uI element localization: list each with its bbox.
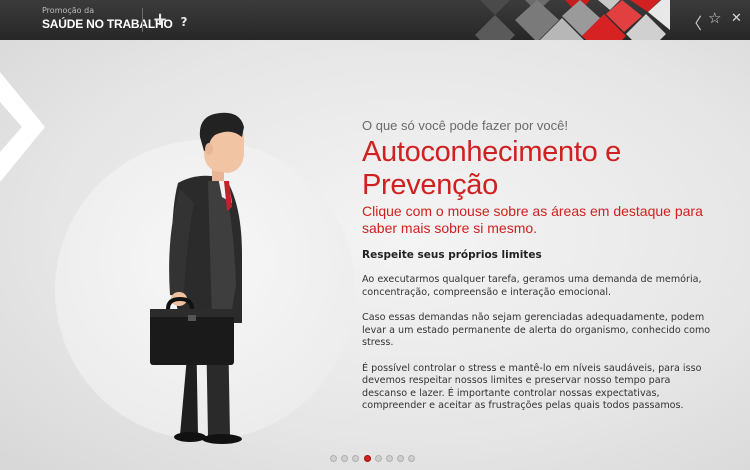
content-panel: O que só você pode fazer por você! Autoc…	[362, 118, 712, 413]
paragraph: É possível controlar o stress e mantê-lo…	[362, 362, 702, 412]
main-slide: O que só você pode fazer por você! Autoc…	[0, 40, 750, 470]
pager-dot-3[interactable]	[352, 455, 360, 462]
top-bar: Promoção da SAÚDE NO TRABALHO + ? 〈 ☆ ✕	[0, 0, 750, 40]
help-button[interactable]: ?	[176, 12, 192, 32]
slide-pager	[330, 455, 416, 463]
pager-dot-8[interactable]	[408, 455, 416, 462]
pager-dot-7[interactable]	[397, 455, 405, 462]
pager-dot-1[interactable]	[330, 455, 337, 462]
slide-subtitle: O que só você pode fazer por você!	[362, 118, 568, 133]
instruction-text: Clique com o mouse sobre as áreas em des…	[362, 203, 703, 236]
add-button[interactable]: +	[152, 10, 168, 30]
pager-dot-4[interactable]	[363, 455, 371, 462]
brand-divider	[142, 8, 143, 32]
page-title-line-2: Prevenção	[362, 169, 498, 201]
section-heading: Respeite seus próprios limites	[362, 249, 542, 261]
businessman-illustration[interactable]	[150, 85, 280, 445]
close-icon[interactable]: ✕	[731, 11, 742, 26]
star-icon[interactable]: ☆	[708, 9, 721, 27]
pager-dot-5[interactable]	[374, 455, 382, 462]
paragraph: Ao executarmos qualquer tarefa, geramos …	[362, 274, 702, 298]
paragraph: Caso essas demandas não sejam gerenciada…	[362, 312, 711, 348]
pager-dot-2[interactable]	[341, 455, 349, 462]
decorative-diamond-pattern	[475, 0, 670, 40]
left-chevron-decoration	[0, 72, 45, 182]
pager-dot-6[interactable]	[385, 455, 393, 462]
page-title-line-1: Autoconhecimento e	[362, 136, 621, 168]
chevron-left-icon[interactable]: 〈	[686, 10, 702, 34]
